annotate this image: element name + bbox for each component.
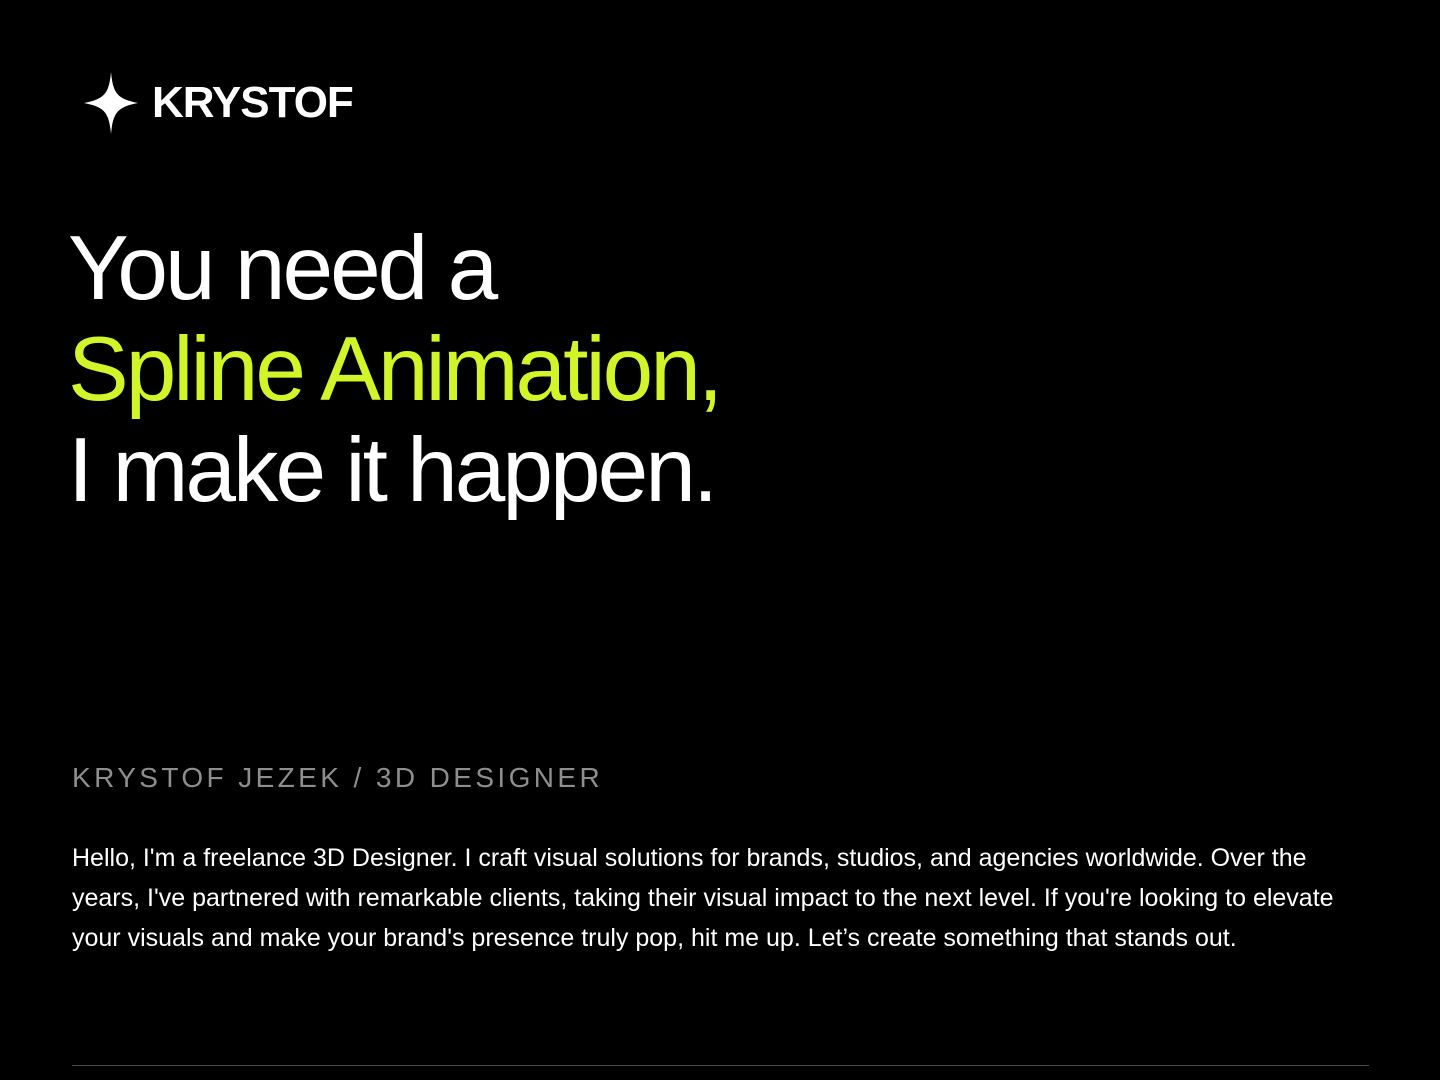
hero-line-3: I make it happen.	[68, 420, 718, 521]
four-point-star-icon	[84, 72, 138, 134]
brand-name: KRYSTOF	[152, 78, 354, 127]
hero-line-2-accent: Spline Animation,	[68, 319, 723, 420]
logo-link[interactable]: KRYSTOF	[84, 72, 354, 134]
bio-paragraph: Hello, I'm a freelance 3D Designer. I cr…	[72, 844, 1334, 952]
hero-headline: You need a Spline Animation, I make it h…	[68, 218, 723, 521]
designer-subtitle: KRYSTOF JEZEK / 3D DESIGNER	[72, 762, 604, 793]
section-divider	[72, 1065, 1369, 1066]
hero-line-1: You need a	[68, 218, 498, 319]
